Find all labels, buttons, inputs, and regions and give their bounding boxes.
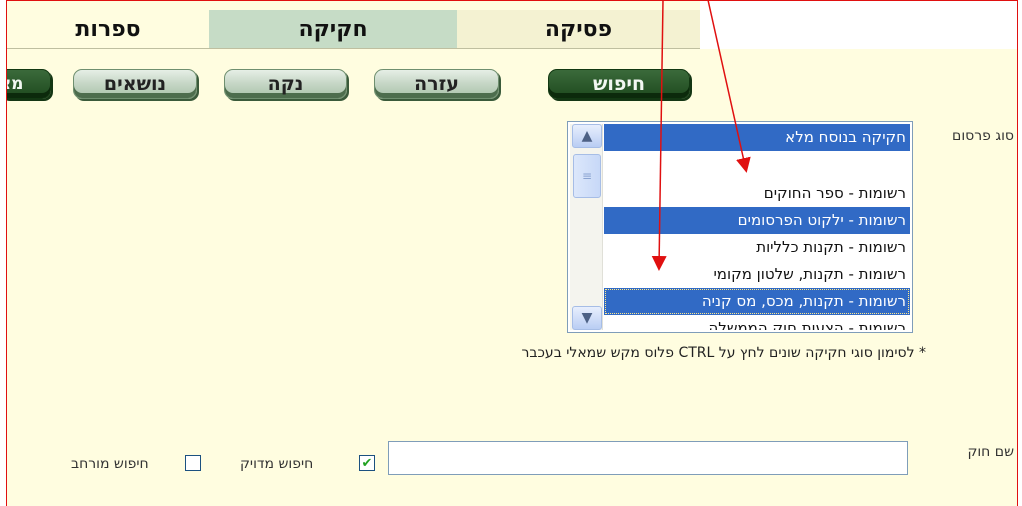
scroll-down-icon[interactable]: ▼: [572, 306, 602, 330]
tab-rulings[interactable]: פסיקה: [457, 10, 700, 49]
tab-legislation[interactable]: חקיקה: [209, 10, 457, 49]
tab-literature[interactable]: ספרות: [7, 10, 209, 49]
search-button[interactable]: חיפוש: [548, 69, 690, 99]
publication-type-listbox[interactable]: ▲ ≡ ▼ חקיקה בנוסח מלא רשומות - ספר החוקי…: [567, 121, 913, 333]
scroll-thumb[interactable]: ≡: [573, 154, 601, 198]
listbox-scrollbar[interactable]: ▲ ≡ ▼: [570, 124, 603, 330]
tab-bar: ספרות חקיקה פסיקה: [7, 1, 1017, 49]
law-name-input[interactable]: [388, 441, 908, 475]
listbox-option[interactable]: רשומות - הצעות חוק הממשלה: [604, 315, 910, 330]
tab-underline: [7, 48, 700, 49]
exact-search-checkbox[interactable]: ✔: [359, 455, 375, 471]
extra-button[interactable]: מצ: [7, 69, 51, 99]
listbox-option[interactable]: רשומות - ילקוט הפרסומים: [604, 207, 910, 234]
scroll-up-icon[interactable]: ▲: [572, 124, 602, 148]
law-name-label: שם חוק: [967, 444, 1014, 460]
help-button[interactable]: עזרה: [374, 69, 499, 99]
listbox-option[interactable]: רשומות - תקנות, שלטון מקומי: [604, 261, 910, 288]
listbox-option[interactable]: רשומות - תקנות כלליות: [604, 234, 910, 261]
broad-search-label: חיפוש מורחב: [71, 456, 149, 472]
exact-search-label: חיפוש מדויק: [240, 456, 314, 472]
multi-select-hint: * לסימון סוגי חקיקה שונים לחץ על CTRL פל…: [521, 345, 926, 361]
listbox-option[interactable]: חקיקה בנוסח מלא: [604, 124, 910, 151]
listbox-option[interactable]: [604, 151, 910, 174]
listbox-option[interactable]: רשומות - תקנות, מכס, מס קניה: [604, 288, 910, 315]
tab-bar-blank: [700, 1, 1017, 49]
listbox-option[interactable]: רשומות - ספר החוקים: [604, 174, 910, 207]
clear-button[interactable]: נקה: [224, 69, 347, 99]
legislation-search-page: ספרות חקיקה פסיקה מצ נושאים נקה עזרה חיפ…: [6, 0, 1018, 506]
listbox-items: חקיקה בנוסח מלא רשומות - ספר החוקים רשומ…: [604, 124, 910, 330]
broad-search-checkbox[interactable]: [185, 455, 201, 471]
publication-type-label: סוג פרסום: [952, 128, 1014, 144]
topics-button[interactable]: נושאים: [73, 69, 197, 99]
